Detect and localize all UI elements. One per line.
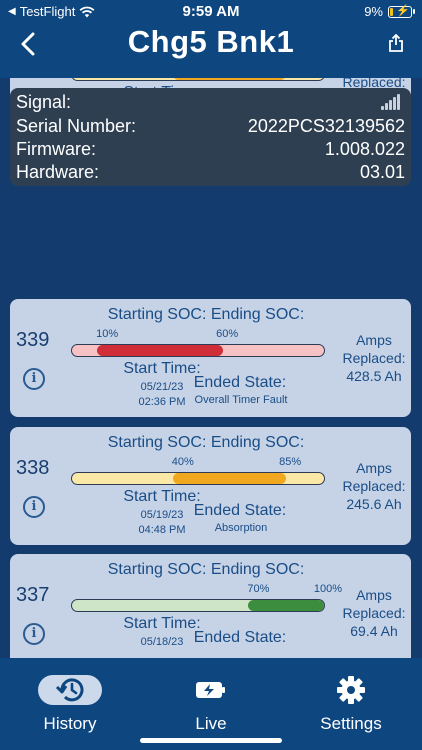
replaced-label: Replaced:	[342, 350, 406, 366]
ending-soc-value: 60%	[216, 328, 239, 340]
starting-soc-label: Starting SOC:	[107, 306, 207, 323]
hardware-label: Hardware:	[16, 162, 100, 182]
serial-row: Serial Number: 2022PCS32139562	[16, 116, 405, 140]
ending-soc-label: Ending SOC:	[210, 561, 305, 578]
charge-card[interactable]: 339 i Starting SOC: Ending SOC: 10% 60% …	[10, 299, 411, 417]
soc-values: 70% 100%	[70, 583, 342, 595]
ended-state-value: Overall Timer Fault	[194, 394, 288, 406]
device-info-panel: Signal: Serial Number: 2022PCS32139562 F…	[10, 88, 411, 186]
hardware-value: 03.01	[359, 162, 405, 182]
tab-live[interactable]: Live	[151, 658, 271, 750]
firmware-row: Firmware: 1.008.022	[16, 139, 405, 163]
soc-bar	[71, 472, 325, 485]
charge-number: 338	[16, 457, 50, 479]
soc-bar	[71, 344, 325, 357]
tab-settings-label: Settings	[320, 714, 382, 733]
nav-bar: Chg5 Bnk1	[0, 22, 422, 70]
battery-icon: ⚡	[388, 5, 415, 18]
serial-value: 2022PCS32139562	[247, 116, 405, 136]
ending-soc-value: 85%	[279, 456, 302, 468]
charge-card[interactable]: 337 i Starting SOC: Ending SOC: 70% 100%…	[10, 554, 411, 658]
amps-replaced: Amps Replaced: 428.5 Ah	[335, 331, 413, 385]
home-indicator	[140, 738, 282, 743]
gear-icon	[337, 676, 365, 704]
soc-bar-fill	[172, 78, 287, 80]
starting-soc-label: Starting SOC:	[107, 434, 207, 451]
ended-state-label: Ended State:	[193, 374, 287, 391]
starting-soc-label: Starting SOC:	[107, 561, 207, 578]
charge-number: 337	[16, 584, 50, 606]
tab-history[interactable]: History	[10, 658, 130, 750]
status-battery: 9% ⚡	[364, 4, 415, 19]
tab-settings[interactable]: Settings	[291, 658, 411, 750]
soc-bar-fill	[248, 600, 324, 611]
firmware-value: 1.008.022	[324, 139, 405, 159]
charge-number: 339	[16, 329, 50, 351]
soc-bar	[71, 78, 325, 81]
ended-state-value: Absorption	[214, 522, 268, 534]
starting-soc-value: 70%	[247, 583, 270, 595]
soc-values: 40% 85%	[70, 456, 340, 468]
info-icon[interactable]: i	[23, 496, 45, 518]
tab-history-label: History	[43, 714, 97, 733]
amps-label: Amps	[356, 587, 392, 603]
amps-value: 245.6 Ah	[346, 496, 402, 512]
tab-live-label: Live	[195, 714, 227, 733]
history-icon	[55, 678, 84, 702]
starting-soc-value: 10%	[96, 328, 119, 340]
info-icon[interactable]: i	[23, 623, 45, 645]
amps-replaced: Amps Replaced: 245.6 Ah	[335, 459, 413, 513]
status-time: 9:59 AM	[182, 3, 240, 20]
soc-values: 10% 60%	[70, 328, 340, 340]
soc-header: Starting SOC: Ending SOC:	[78, 306, 334, 324]
battery-charging-icon	[196, 682, 225, 698]
replaced-label: Replaced:	[342, 605, 406, 621]
share-button[interactable]	[388, 34, 404, 52]
soc-bar	[71, 599, 325, 612]
hardware-row: Hardware: 03.01	[16, 162, 405, 186]
signal-strength-icon	[381, 94, 401, 110]
tab-bar: History Live Settings	[0, 658, 422, 750]
ended-state-label: Ended State:	[193, 502, 287, 519]
signal-label: Signal:	[16, 92, 72, 112]
ended-state-label: Ended State:	[193, 629, 287, 646]
firmware-label: Firmware:	[16, 139, 96, 159]
battery-percent: 9%	[364, 4, 383, 19]
amps-replaced: Amps Replaced: 69.4 Ah	[335, 586, 413, 640]
replaced-label: Replaced:	[342, 478, 406, 494]
amps-value: 69.4 Ah	[350, 623, 398, 639]
ending-soc-label: Ending SOC:	[210, 434, 305, 451]
serial-label: Serial Number:	[16, 116, 137, 136]
amps-label: Amps	[356, 460, 392, 476]
soc-header: Starting SOC: Ending SOC:	[78, 434, 334, 452]
amps-label: Amps	[356, 332, 392, 348]
ending-soc-label: Ending SOC:	[210, 306, 305, 323]
soc-bar-fill	[172, 473, 287, 484]
starting-soc-value: 40%	[171, 456, 194, 468]
amps-value: 428.5 Ah	[346, 368, 402, 384]
soc-header: Starting SOC: Ending SOC:	[78, 561, 334, 579]
soc-bar-fill	[97, 345, 224, 356]
signal-row: Signal:	[16, 92, 405, 116]
info-icon[interactable]: i	[23, 368, 45, 390]
page-title: Chg5 Bnk1	[127, 24, 295, 59]
charge-card[interactable]: 338 i Starting SOC: Ending SOC: 40% 85% …	[10, 427, 411, 545]
